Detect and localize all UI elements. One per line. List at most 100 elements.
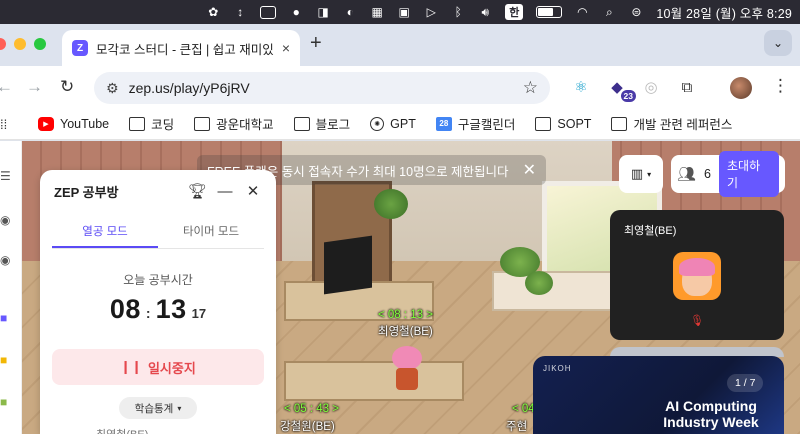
bookmark-youtube[interactable]: ▶ YouTube	[38, 116, 109, 131]
apps-grid-icon[interactable]: ⁞⁞	[0, 117, 7, 132]
close-window-button[interactable]	[0, 38, 6, 50]
bookmark-kwangwoon[interactable]: 광운대학교	[194, 114, 274, 133]
notification-icon[interactable]: ●	[289, 4, 303, 20]
invite-button[interactable]: 초대하기	[719, 151, 779, 197]
bookmark-sopt[interactable]: SOPT	[535, 116, 591, 131]
player-study-timer: < 04	[512, 403, 535, 415]
address-bar[interactable]: ⚙︎ zep.us/play/yP6jRV ☆	[94, 72, 550, 104]
profile-avatar[interactable]	[730, 77, 752, 99]
tab-title: 모각코 스터디 - 큰집 | 쉽고 재미있	[96, 42, 274, 57]
browser-menu-icon[interactable]: ⋮	[772, 76, 789, 96]
battery-icon[interactable]	[536, 6, 563, 18]
people-icon[interactable]: 👥︎	[677, 165, 696, 183]
minimize-window-button[interactable]	[14, 38, 26, 50]
new-tab-button[interactable]: +	[310, 32, 322, 55]
study-mode-tabs: 열공 모드 타이머 모드	[52, 218, 264, 249]
bookmark-google-calendar[interactable]: 28 구글캘린더	[435, 114, 515, 133]
tab-focus-mode[interactable]: 열공 모드	[52, 218, 158, 248]
promo-brand: JIKOH	[543, 364, 572, 373]
bookmark-dev-reference[interactable]: 개발 관련 레퍼런스	[611, 114, 732, 133]
menu-icon[interactable]: ☰	[0, 169, 11, 183]
plant-object	[374, 189, 408, 219]
react-devtools-icon[interactable]: ⚛	[570, 76, 592, 98]
browser-toolbar: ← → ↻ ⚙︎ zep.us/play/yP6jRV ☆ ⚛ ◆ 23 ◎ ⧉ …	[0, 66, 800, 108]
site-info-icon[interactable]: ⚙︎	[106, 80, 119, 97]
window-controls	[0, 38, 46, 50]
minimize-icon[interactable]: —	[216, 183, 234, 200]
url-text[interactable]: zep.us/play/yP6jRV	[129, 80, 513, 96]
bluetooth-icon[interactable]: ᛒ	[451, 4, 465, 20]
video-tile[interactable]: 최영철(BE) 🎙︎	[610, 210, 784, 340]
menubar-clock[interactable]: 10월 28일 (월) 오후 8:29	[656, 3, 792, 22]
grid-icon[interactable]: ▦	[370, 4, 384, 20]
browser-tab-active[interactable]: Z 모각코 스터디 - 큰집 | 쉽고 재미있 ×	[62, 30, 300, 66]
fan-icon[interactable]: ✿	[206, 4, 220, 20]
app-icon[interactable]: ■	[0, 311, 7, 325]
browser-tab-strip: Z 모각코 스터디 - 큰집 | 쉽고 재미있 × + ⌄	[0, 24, 800, 66]
tab-timer-mode[interactable]: 타이머 모드	[158, 218, 264, 248]
chevron-down-icon: ▾	[647, 169, 652, 179]
tab-search-button[interactable]: ⌄	[764, 30, 792, 56]
study-stats-dropdown[interactable]: 학습통계 ▾	[119, 397, 197, 419]
folder-icon	[129, 116, 146, 131]
player-name-tag: 주현	[506, 421, 528, 433]
spotlight-icon[interactable]: ⌕	[602, 4, 616, 20]
back-icon[interactable]: ←	[0, 77, 13, 97]
study-panel-header: ZEP 공부방 🏆︎ — ✕	[40, 170, 276, 212]
play-icon[interactable]: ▷	[424, 4, 438, 20]
player-name-tag: 최영철(BE)	[378, 326, 433, 338]
promo-pager: 1 / 7	[727, 374, 764, 392]
study-user-name: 최영철(BE)	[96, 426, 148, 434]
volume-icon[interactable]: 🔊︎	[478, 4, 492, 20]
extension-badge: 23	[620, 90, 636, 102]
clipboard-icon[interactable]: ▣	[397, 4, 411, 20]
study-panel-title: ZEP 공부방	[54, 184, 119, 200]
reload-icon[interactable]: ↻	[60, 77, 74, 97]
layout-toggle-button[interactable]: ▥ ▾	[619, 155, 663, 193]
bookmark-coding[interactable]: 코딩	[129, 114, 174, 133]
chevron-down-icon: ▾	[177, 403, 182, 413]
pause-button[interactable]: ❙❙ 일시중지	[52, 349, 264, 385]
extension-target-icon[interactable]: ◎	[640, 76, 662, 98]
zoom-window-button[interactable]	[34, 38, 46, 50]
plant-object	[525, 271, 553, 295]
video-tile-avatar	[673, 252, 721, 300]
notice-close-icon[interactable]: ✕	[523, 160, 536, 180]
monitor-object	[324, 235, 372, 295]
layout-icon: ▥	[630, 166, 644, 181]
input-method-indicator[interactable]: 한	[505, 4, 524, 20]
extensions-puzzle-icon[interactable]: ⧉	[676, 76, 698, 98]
zep-favicon-icon: Z	[72, 40, 88, 56]
window-icon[interactable]	[260, 5, 277, 19]
zep-side-toolbar: ☰ ◉ ◉ ■ ■ ■	[0, 141, 22, 434]
trophy-icon[interactable]: 🏆︎	[188, 182, 207, 200]
forward-icon[interactable]: →	[26, 77, 43, 97]
extension-cap-icon[interactable]: ◆ 23	[606, 76, 636, 102]
top-controls: ▥ ▾ 👥︎ 6 초대하기	[619, 151, 785, 197]
tab-close-icon[interactable]: ×	[282, 40, 290, 56]
promo-headline: AI Computing Industry Week	[663, 398, 759, 430]
player-study-timer: < 05 : 43 >	[284, 403, 339, 415]
folder-icon	[194, 116, 211, 131]
app-icon[interactable]: ■	[0, 395, 7, 409]
app-icon[interactable]: ■	[0, 353, 7, 367]
arrows-icon[interactable]: ↕	[233, 4, 247, 20]
bookmark-gpt[interactable]: ✺ GPT	[370, 116, 416, 131]
player-study-timer: < 08 : 13 >	[378, 309, 433, 321]
mic-muted-icon: 🎙︎	[690, 315, 704, 327]
promo-banner[interactable]: JIKOH 1 / 7 AI Computing Industry Week	[533, 356, 784, 434]
shield-icon[interactable]: ◨	[316, 4, 330, 20]
player-avatar[interactable]	[392, 346, 422, 396]
map-pin-icon[interactable]: ◉	[0, 213, 10, 227]
folder-icon	[535, 116, 552, 131]
map-pin-icon[interactable]: ◉	[0, 253, 10, 267]
player-name-tag: 강철원(BE)	[280, 421, 335, 433]
close-icon[interactable]: ✕	[244, 182, 262, 200]
bookmark-blog[interactable]: 블로그	[293, 114, 350, 133]
wifi-icon[interactable]: ◠	[575, 4, 589, 20]
g-icon[interactable]: ◐	[343, 4, 357, 20]
control-center-icon[interactable]: ⊜	[629, 4, 643, 20]
desk	[284, 361, 464, 401]
bookmark-star-icon[interactable]: ☆	[523, 78, 538, 98]
video-tile-name: 최영철(BE)	[624, 225, 677, 237]
